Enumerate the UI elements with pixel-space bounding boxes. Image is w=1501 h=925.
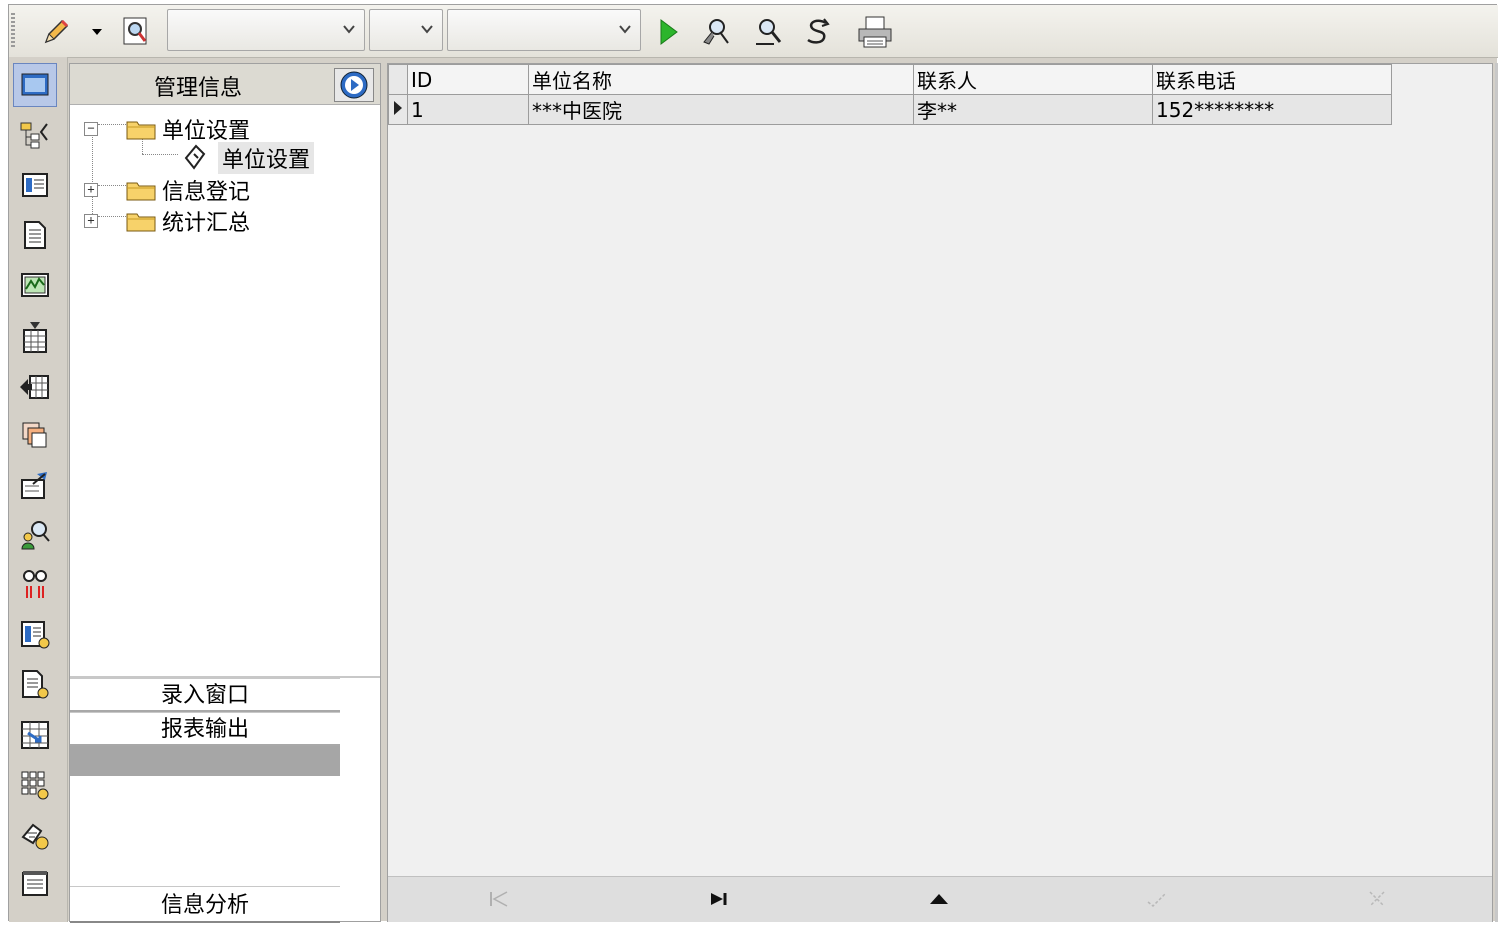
tree-node-label: 统计汇总 bbox=[162, 211, 251, 236]
toolbar-grip[interactable] bbox=[11, 13, 15, 49]
tree-node-statistics[interactable]: + 统计汇总 bbox=[84, 205, 250, 237]
nav-title: 管理信息 bbox=[154, 76, 243, 101]
tree-node-unit-settings-child[interactable]: 单位设置 bbox=[182, 142, 315, 174]
collapse-icon[interactable]: − bbox=[84, 122, 98, 136]
section-report-output[interactable]: 报表输出 bbox=[70, 712, 340, 746]
tree-node-unit-settings[interactable]: − 单位设置 bbox=[84, 113, 250, 145]
user-settings-icon[interactable] bbox=[13, 813, 57, 857]
indicator-header bbox=[388, 64, 408, 95]
filter-field-combo[interactable] bbox=[167, 9, 365, 51]
window-icon[interactable] bbox=[13, 63, 57, 107]
folder-icon bbox=[126, 182, 156, 201]
calendar-check-icon[interactable] bbox=[13, 315, 57, 359]
folder-icon bbox=[126, 121, 156, 140]
layers-icon[interactable] bbox=[13, 413, 57, 457]
tree-node-label: 单位设置 bbox=[162, 119, 251, 144]
user-search-icon[interactable] bbox=[13, 513, 57, 557]
find-icon[interactable] bbox=[699, 15, 733, 49]
side-icon-strip bbox=[9, 57, 68, 922]
list-view-icon[interactable] bbox=[13, 163, 57, 207]
document-report-icon[interactable] bbox=[13, 663, 57, 707]
section-entry-window[interactable]: 录入窗口 bbox=[70, 678, 340, 712]
section-info-analysis[interactable]: 信息分析 bbox=[70, 886, 340, 923]
cell-id[interactable]: 1 bbox=[407, 94, 529, 125]
cell-contact[interactable]: 李** bbox=[913, 94, 1153, 125]
table-export-icon[interactable] bbox=[13, 713, 57, 757]
expand-icon[interactable]: + bbox=[84, 214, 98, 228]
print-icon[interactable] bbox=[855, 15, 895, 49]
chart-icon[interactable] bbox=[13, 263, 57, 307]
chevron-down-icon bbox=[619, 25, 631, 34]
column-header-id[interactable]: ID bbox=[407, 64, 529, 95]
chevron-down-icon bbox=[343, 25, 355, 34]
column-header-phone[interactable]: 联系电话 bbox=[1152, 64, 1392, 95]
nav-header: 管理信息 bbox=[70, 64, 380, 105]
notes-icon[interactable] bbox=[13, 861, 57, 905]
nav-toggle-button[interactable] bbox=[334, 68, 374, 102]
grid-settings-icon[interactable] bbox=[13, 763, 57, 807]
tree-node-label: 单位设置 bbox=[218, 142, 315, 174]
filter-operator-combo[interactable] bbox=[369, 9, 443, 51]
insert-record-icon[interactable] bbox=[924, 887, 954, 911]
column-header-unit-name[interactable]: 单位名称 bbox=[528, 64, 914, 95]
form-edit-icon[interactable] bbox=[13, 463, 57, 507]
folder-icon bbox=[126, 213, 156, 232]
first-record-icon[interactable] bbox=[484, 887, 514, 911]
dropdown-caret-icon[interactable] bbox=[87, 15, 107, 49]
preview-icon[interactable] bbox=[119, 15, 153, 49]
arrow-grid-icon[interactable] bbox=[13, 365, 57, 409]
people-icon[interactable] bbox=[13, 563, 57, 607]
toolbar bbox=[9, 5, 1498, 58]
section-highlight bbox=[70, 746, 340, 776]
right-edge bbox=[1495, 63, 1498, 922]
tree-diagram-icon[interactable] bbox=[13, 113, 57, 157]
filter-value-combo[interactable] bbox=[447, 9, 641, 51]
form-leaf-icon bbox=[184, 144, 206, 170]
pencil-icon[interactable] bbox=[39, 15, 73, 49]
expand-icon[interactable]: + bbox=[84, 183, 98, 197]
report-icon[interactable] bbox=[13, 613, 57, 657]
cancel-record-icon[interactable] bbox=[1362, 887, 1392, 911]
grid-area: ID 单位名称 联系人 联系电话 1 ***中医院 李** 152*******… bbox=[388, 64, 1492, 876]
record-navigator bbox=[388, 876, 1492, 922]
column-header-contact[interactable]: 联系人 bbox=[913, 64, 1153, 95]
find-next-icon[interactable] bbox=[751, 15, 785, 49]
current-row-icon bbox=[394, 100, 402, 115]
post-record-icon[interactable] bbox=[1142, 887, 1172, 911]
run-icon[interactable] bbox=[651, 15, 685, 49]
data-grid: ID 单位名称 联系人 联系电话 1 ***中医院 李** 152*******… bbox=[387, 63, 1493, 922]
circle-arrow-icon bbox=[340, 71, 368, 99]
last-record-icon[interactable] bbox=[704, 887, 734, 911]
cell-unit-name[interactable]: ***中医院 bbox=[528, 94, 914, 125]
row-indicator[interactable] bbox=[388, 94, 408, 125]
table-row[interactable]: 1 ***中医院 李** 152******** bbox=[388, 94, 1392, 125]
tree-node-label: 信息登记 bbox=[162, 180, 251, 205]
records-table: ID 单位名称 联系人 联系电话 1 ***中医院 李** 152*******… bbox=[388, 64, 1392, 125]
table-header-row: ID 单位名称 联系人 联系电话 bbox=[388, 64, 1392, 95]
tree-node-info-register[interactable]: + 信息登记 bbox=[84, 174, 250, 206]
chevron-down-icon bbox=[421, 25, 433, 34]
document-icon[interactable] bbox=[13, 213, 57, 257]
app-window: 管理信息 − 单位设置 单位设置 + 信息登记 + 统计汇总 录入窗口 报表输出… bbox=[8, 4, 1498, 923]
refresh-icon[interactable] bbox=[801, 15, 835, 49]
navigation-pane: 管理信息 − 单位设置 单位设置 + 信息登记 + 统计汇总 录入窗口 报表输出… bbox=[69, 63, 381, 923]
cell-phone[interactable]: 152******** bbox=[1152, 94, 1392, 125]
